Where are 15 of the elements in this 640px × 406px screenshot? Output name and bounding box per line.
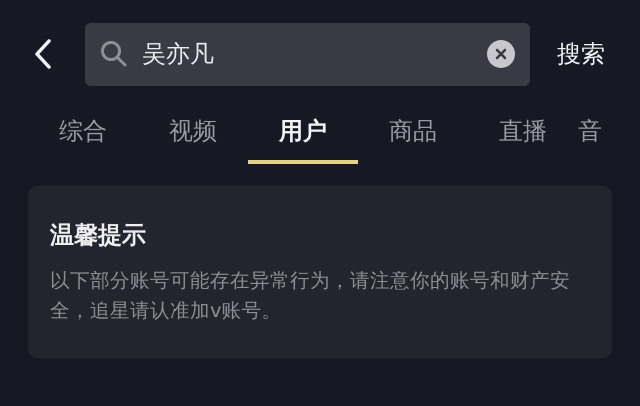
notice-text: 以下部分账号可能存在异常行为，请注意你的账号和财产安全，追星请认准加v账号。 (50, 268, 571, 324)
search-button[interactable]: 搜索 (557, 36, 605, 72)
tab[interactable]: 综合 (28, 106, 138, 168)
tab[interactable]: 商品 (358, 106, 468, 168)
tab[interactable]: 用户 (248, 106, 358, 168)
tab[interactable]: 视频 (138, 106, 248, 168)
tab[interactable]: 音 (578, 106, 640, 168)
clear-button[interactable] (487, 40, 515, 68)
search-input[interactable]: 吴亦凡 (142, 36, 473, 72)
search-icon (100, 40, 128, 68)
tab[interactable]: 直播 (468, 106, 578, 168)
notice-title: 温馨提示 (50, 220, 147, 250)
search-field[interactable]: 吴亦凡 (85, 22, 530, 86)
close-icon (495, 48, 507, 60)
back-icon (34, 39, 52, 69)
